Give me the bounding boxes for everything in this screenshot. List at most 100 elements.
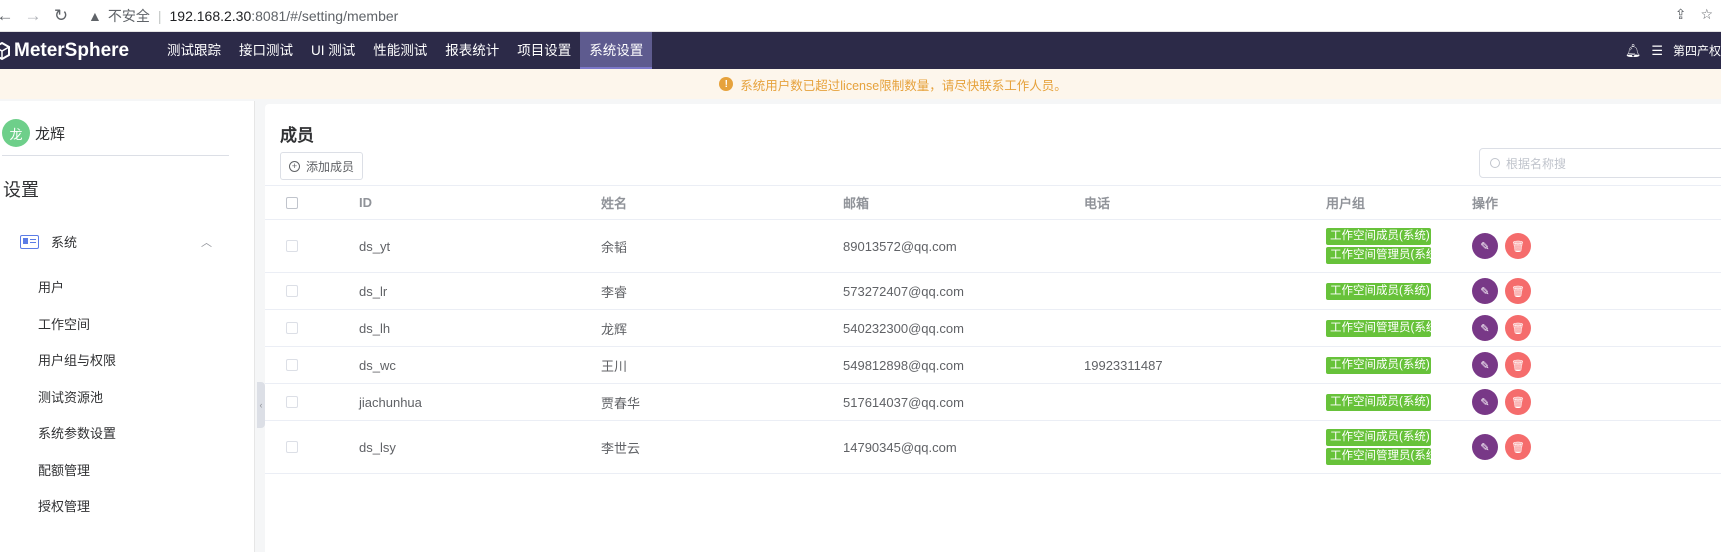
menu-performance-test[interactable]: 性能测试 bbox=[364, 32, 436, 69]
menu-report[interactable]: 报表统计 bbox=[436, 32, 508, 69]
delete-icon[interactable]: 🗑︎ bbox=[1505, 352, 1531, 378]
cell-id: ds_lr bbox=[359, 272, 601, 310]
column-name[interactable]: 姓名 bbox=[601, 185, 843, 220]
bell-icon[interactable]: 🔔︎ bbox=[1625, 43, 1642, 59]
settings-sidebar: 龙 龙辉 设置 系统 ︿ 用户 工作空间 用户组与权限 测试资源池 系统参数设置… bbox=[0, 101, 255, 552]
user-group-tag: 工作空间成员(系统) bbox=[1326, 356, 1431, 374]
column-phone[interactable]: 电话 bbox=[1084, 185, 1326, 220]
cell-actions: ✎ 🗑︎ bbox=[1472, 219, 1721, 273]
table-row: ds_lsy 李世云 14790345@qq.com 工作空间成员(系统) 工作空… bbox=[265, 420, 1721, 474]
license-notice: ! 系统用户数已超过license限制数量，请尽快联系工作人员。 bbox=[0, 69, 1721, 99]
row-checkbox[interactable] bbox=[286, 441, 298, 453]
row-checkbox[interactable] bbox=[286, 240, 298, 252]
warning-icon: ▲ bbox=[88, 8, 102, 24]
sidebar-item-license[interactable]: 授权管理 bbox=[38, 496, 90, 515]
row-checkbox[interactable] bbox=[286, 285, 298, 297]
search-input[interactable]: 根据名称搜 bbox=[1479, 148, 1721, 178]
table-row: ds_lr 李睿 573272407@qq.com 工作空间成员(系统) ✎ 🗑… bbox=[265, 272, 1721, 310]
header-right: 🔔︎ ☰ 第四产权 bbox=[1625, 32, 1721, 69]
add-member-button[interactable]: + 添加成员 bbox=[280, 152, 363, 180]
cell-name: 贾春华 bbox=[601, 383, 843, 421]
bookmark-star-icon[interactable]: ☆ bbox=[1700, 6, 1713, 23]
delete-icon[interactable]: 🗑︎ bbox=[1505, 278, 1531, 304]
url-path: :8081/#/setting/member bbox=[251, 8, 399, 24]
sidebar-item-system-params[interactable]: 系统参数设置 bbox=[38, 423, 116, 442]
app-logo[interactable]: MeterSphere bbox=[0, 32, 158, 69]
forward-icon[interactable]: → bbox=[22, 5, 44, 27]
cell-email: 517614037@qq.com bbox=[843, 383, 1084, 421]
cell-email: 573272407@qq.com bbox=[843, 272, 1084, 310]
menu-project-settings[interactable]: 项目设置 bbox=[508, 32, 580, 69]
sidebar-item-resource-pool[interactable]: 测试资源池 bbox=[38, 387, 103, 406]
cell-user-group: 工作空间管理员(系统) bbox=[1326, 309, 1472, 347]
cell-phone bbox=[1084, 420, 1326, 474]
sidebar-title: 设置 bbox=[3, 180, 39, 200]
logo-cube-icon bbox=[0, 41, 10, 60]
cell-name: 李睿 bbox=[601, 272, 843, 310]
table-row: ds_lh 龙辉 540232300@qq.com 工作空间管理员(系统) ✎ … bbox=[265, 309, 1721, 347]
cell-actions: ✎ 🗑︎ bbox=[1472, 420, 1721, 474]
edit-icon[interactable]: ✎ bbox=[1472, 278, 1498, 304]
delete-icon[interactable]: 🗑︎ bbox=[1505, 434, 1531, 460]
column-user-group: 用户组 bbox=[1326, 185, 1472, 220]
sidebar-collapse-handle[interactable]: ‹ bbox=[257, 382, 265, 428]
search-placeholder: 根据名称搜 bbox=[1506, 156, 1567, 171]
row-checkbox[interactable] bbox=[286, 359, 298, 371]
address-bar[interactable]: ▲ 不安全 | 192.168.2.30 :8081/#/setting/mem… bbox=[88, 4, 398, 28]
cell-phone: 19923311487 bbox=[1084, 346, 1326, 384]
workspace-switcher[interactable]: 第四产权 bbox=[1673, 42, 1721, 59]
cell-email: 540232300@qq.com bbox=[843, 309, 1084, 347]
delete-icon[interactable]: 🗑︎ bbox=[1505, 315, 1531, 341]
column-email[interactable]: 邮箱 bbox=[843, 185, 1084, 220]
notice-text: 系统用户数已超过license限制数量，请尽快联系工作人员。 bbox=[740, 78, 1067, 93]
edit-icon[interactable]: ✎ bbox=[1472, 233, 1498, 259]
user-group-tag: 工作空间管理员(系统) bbox=[1326, 247, 1441, 264]
search-icon bbox=[1490, 158, 1500, 168]
column-id[interactable]: ID bbox=[359, 185, 601, 220]
task-list-icon[interactable]: ☰ bbox=[1651, 43, 1663, 59]
sidebar-item-user-group[interactable]: 用户组与权限 bbox=[38, 350, 116, 369]
row-checkbox[interactable] bbox=[286, 322, 298, 334]
cell-actions: ✎ 🗑︎ bbox=[1472, 309, 1721, 347]
sidebar-item-workspace[interactable]: 工作空间 bbox=[38, 314, 90, 333]
user-group-tag: 工作空间成员(系统) bbox=[1326, 429, 1431, 446]
add-member-label: 添加成员 bbox=[305, 159, 354, 174]
cell-id: ds_wc bbox=[359, 346, 601, 384]
reload-icon[interactable]: ↻ bbox=[50, 5, 72, 27]
table-row: ds_yt 余韬 89013572@qq.com 工作空间成员(系统) 工作空间管… bbox=[265, 219, 1721, 273]
edit-icon[interactable]: ✎ bbox=[1472, 352, 1498, 378]
delete-icon[interactable]: 🗑︎ bbox=[1505, 233, 1531, 259]
cell-user-group: 工作空间成员(系统) 工作空间管理员(系统) bbox=[1326, 219, 1472, 273]
table-row: ds_wc 王川 549812898@qq.com 19923311487 工作… bbox=[265, 346, 1721, 384]
select-all-checkbox[interactable] bbox=[286, 196, 298, 209]
insecure-label: 不安全 bbox=[107, 8, 150, 24]
cell-email: 549812898@qq.com bbox=[843, 346, 1084, 384]
cell-user-group: 工作空间成员(系统) bbox=[1326, 346, 1472, 384]
url-host: 192.168.2.30 bbox=[169, 8, 252, 24]
row-checkbox[interactable] bbox=[286, 396, 298, 408]
member-panel: 成员 + 添加成员 根据名称搜 ID 姓名 邮箱 电话 用户组 操作 ds_yt… bbox=[265, 104, 1721, 552]
cell-name: 王川 bbox=[601, 346, 843, 384]
sidebar-item-quota[interactable]: 配额管理 bbox=[38, 460, 90, 479]
logo-text: MeterSphere bbox=[14, 39, 130, 61]
menu-system-settings[interactable]: 系统设置 bbox=[580, 32, 653, 69]
menu-test-track[interactable]: 测试跟踪 bbox=[158, 32, 230, 69]
share-icon[interactable]: ⇪ bbox=[1675, 6, 1687, 23]
cell-phone bbox=[1084, 309, 1326, 347]
user-group-tag: 工作空间管理员(系统) bbox=[1326, 448, 1441, 465]
delete-icon[interactable]: 🗑︎ bbox=[1505, 389, 1531, 415]
menu-api-test[interactable]: 接口测试 bbox=[230, 32, 302, 69]
user-group-tag: 工作空间管理员(系统) bbox=[1326, 319, 1441, 337]
edit-icon[interactable]: ✎ bbox=[1472, 389, 1498, 415]
user-group-tag: 工作空间成员(系统) bbox=[1326, 282, 1431, 300]
edit-icon[interactable]: ✎ bbox=[1472, 434, 1498, 460]
menu-ui-test[interactable]: UI 测试 bbox=[302, 32, 364, 69]
sidebar-group-system[interactable]: 系统 ︿ bbox=[20, 232, 212, 251]
sidebar-item-user[interactable]: 用户 bbox=[38, 277, 64, 296]
cell-actions: ✎ 🗑︎ bbox=[1472, 383, 1721, 421]
back-icon[interactable]: ← bbox=[0, 5, 16, 27]
divider bbox=[2, 155, 229, 156]
chevron-up-icon[interactable]: ︿ bbox=[201, 234, 212, 250]
cell-phone bbox=[1084, 219, 1326, 273]
edit-icon[interactable]: ✎ bbox=[1472, 315, 1498, 341]
